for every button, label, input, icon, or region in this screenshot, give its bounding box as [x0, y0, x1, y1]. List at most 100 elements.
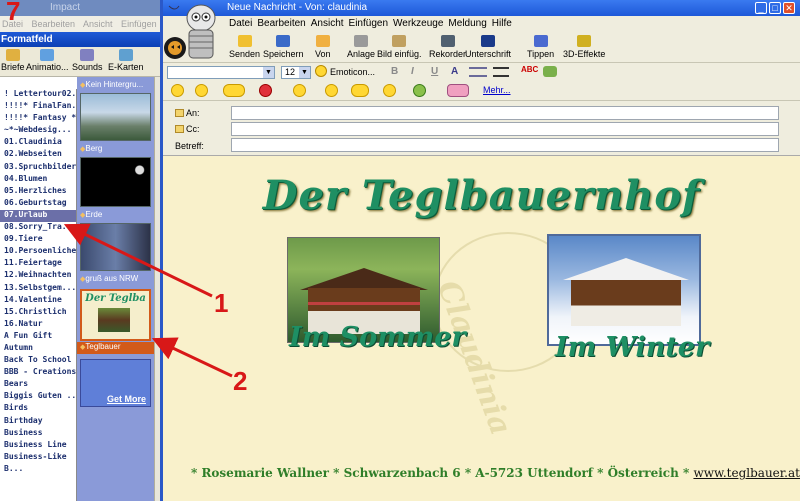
font-size-select[interactable]: 12 ▼: [281, 66, 311, 79]
close-button[interactable]: ✕: [783, 2, 795, 14]
tips-button[interactable]: Tippen: [527, 35, 554, 59]
menu-item-2[interactable]: Ansicht: [311, 18, 344, 29]
bullet-list-icon[interactable]: [469, 67, 487, 77]
smiley-icon[interactable]: [383, 84, 396, 97]
annotation-number-1: 1: [214, 288, 229, 318]
smiley-icon[interactable]: [325, 84, 338, 97]
smiley-icon[interactable]: [195, 84, 208, 97]
list-item[interactable]: 11.Feiertage: [0, 258, 76, 270]
thumb-teglbauer[interactable]: Der Teglba: [80, 289, 151, 341]
menu-item-5[interactable]: Meldung: [448, 18, 486, 29]
list-item[interactable]: 14.Valentine: [0, 295, 76, 307]
list-item[interactable]: B...: [0, 464, 76, 476]
align-icon[interactable]: [493, 67, 509, 77]
list-item[interactable]: !!!!* FinalFan...: [0, 101, 76, 113]
bug-icon[interactable]: [413, 84, 426, 97]
save-button[interactable]: Speichern: [263, 35, 304, 59]
insert-image-button[interactable]: Bild einfüg.: [377, 35, 422, 59]
thumb-label[interactable]: gruß aus NRW: [80, 274, 138, 283]
to-label: An:: [175, 108, 200, 118]
list-item[interactable]: 09.Tiere: [0, 234, 76, 246]
list-item[interactable]: Business Line: [0, 440, 76, 452]
smiley-group-icon[interactable]: [351, 84, 369, 97]
list-item[interactable]: 10.Persoenliche: [0, 246, 76, 258]
list-item[interactable]: 16.Natur: [0, 319, 76, 331]
heart-icon[interactable]: [259, 84, 272, 97]
list-item[interactable]: Bears: [0, 379, 76, 391]
list-item[interactable]: 06.Geburtstag: [0, 198, 76, 210]
list-item[interactable]: Business: [0, 428, 76, 440]
category-list[interactable]: ! Lettertour02...!!!!* FinalFan...!!!!* …: [0, 89, 77, 501]
list-item[interactable]: Business-Like: [0, 452, 76, 464]
step-number-label: 7: [6, 0, 21, 26]
list-item[interactable]: Birds: [0, 403, 76, 415]
cc-field[interactable]: [231, 122, 779, 136]
list-item[interactable]: 12.Weihnachten: [0, 270, 76, 282]
list-item[interactable]: ~*~Webdesig...: [0, 125, 76, 137]
thumb-label-selected[interactable]: Teglbauer: [77, 342, 154, 354]
ecard-icon: [118, 49, 133, 61]
smiley-icon[interactable]: [293, 84, 306, 97]
to-field[interactable]: [231, 106, 779, 120]
list-item[interactable]: 01.Claudinia: [0, 137, 76, 149]
list-item[interactable]: 08.Sorry_Tra...: [0, 222, 76, 234]
list-item[interactable]: 15.Christlich: [0, 307, 76, 319]
scissors-icon[interactable]: [543, 66, 557, 77]
thumb-label[interactable]: Berg: [80, 144, 102, 153]
spellcheck-icon[interactable]: ABC: [521, 65, 538, 74]
list-item[interactable]: A Fun Gift: [0, 331, 76, 343]
from-button[interactable]: Von: [315, 35, 331, 59]
thumb-earth[interactable]: [80, 157, 151, 207]
3d-effects-icon: [577, 35, 592, 47]
subject-field[interactable]: [231, 138, 779, 152]
font-select[interactable]: ▼: [167, 66, 275, 79]
smiley-group-icon[interactable]: [223, 84, 245, 97]
message-body-stationery[interactable]: Claudinia Der Teglbauernhof Im Sommer Im…: [163, 156, 800, 501]
thumb-nrw[interactable]: [80, 223, 151, 271]
list-item[interactable]: 13.Selbstgem...: [0, 283, 76, 295]
underline-button[interactable]: U: [431, 66, 438, 77]
3d-effects-button[interactable]: 3D-Effekte: [563, 35, 605, 59]
fireworks-icon[interactable]: [447, 84, 469, 97]
menu-bar: Datei Bearbeiten Ansicht Einfügen Werkzeuge M…: [163, 16, 800, 31]
recorder-button[interactable]: Rekorder: [429, 35, 466, 59]
signature-button[interactable]: Unterschrift: [465, 35, 511, 59]
list-item[interactable]: BBB - Creations: [0, 367, 76, 379]
italic-button[interactable]: I: [411, 66, 414, 77]
list-item[interactable]: 05.Herzliches: [0, 186, 76, 198]
maximize-button[interactable]: □: [769, 2, 781, 14]
list-item[interactable]: Birthday: [0, 416, 76, 428]
tab-sounds[interactable]: Sounds: [72, 49, 103, 72]
attach-button[interactable]: Anlage: [347, 35, 375, 59]
tab-animations[interactable]: Animatio...: [26, 49, 69, 72]
more-link[interactable]: Mehr...: [483, 85, 511, 95]
list-item[interactable]: 02.Webseiten: [0, 149, 76, 161]
website-link[interactable]: www.teglbauer.at: [693, 466, 800, 480]
list-item[interactable]: !!!!* Fantasy *...: [0, 113, 76, 125]
list-item[interactable]: Autumn: [0, 343, 76, 355]
emoticon-button[interactable]: Emoticon...: [330, 67, 375, 77]
thumb-label[interactable]: Kein Hintergru...: [80, 80, 143, 89]
tab-briefe[interactable]: Briefe: [1, 49, 25, 72]
thumb-mountain[interactable]: [80, 93, 151, 141]
list-item[interactable]: 04.Blumen: [0, 174, 76, 186]
tab-ecards[interactable]: E-Karten: [108, 49, 144, 72]
menu-item-4[interactable]: Werkzeuge: [393, 18, 443, 29]
list-item[interactable]: 03.Spruchbilder: [0, 162, 76, 174]
list-item[interactable]: Back To School: [0, 355, 76, 367]
smiley-icon[interactable]: [171, 84, 184, 97]
list-item[interactable]: Biggis Guten ...: [0, 391, 76, 403]
menu-item-3[interactable]: Einfügen: [349, 18, 388, 29]
text-color-button[interactable]: A: [451, 66, 458, 77]
minimize-button[interactable]: _: [755, 2, 767, 14]
thumb-label[interactable]: Erde: [80, 210, 102, 219]
menu-item-0[interactable]: Datei: [229, 18, 252, 29]
send-button[interactable]: Senden: [229, 35, 260, 59]
menu-item-1[interactable]: Bearbeiten: [257, 18, 305, 29]
back-window-title: Impact: [0, 0, 165, 16]
bold-button[interactable]: B: [391, 66, 398, 77]
list-item[interactable]: ! Lettertour02...: [0, 89, 76, 101]
menu-item-6[interactable]: Hilfe: [492, 18, 512, 29]
get-more-link[interactable]: Get More: [107, 394, 146, 404]
list-item[interactable]: 07.Urlaub: [0, 209, 76, 223]
